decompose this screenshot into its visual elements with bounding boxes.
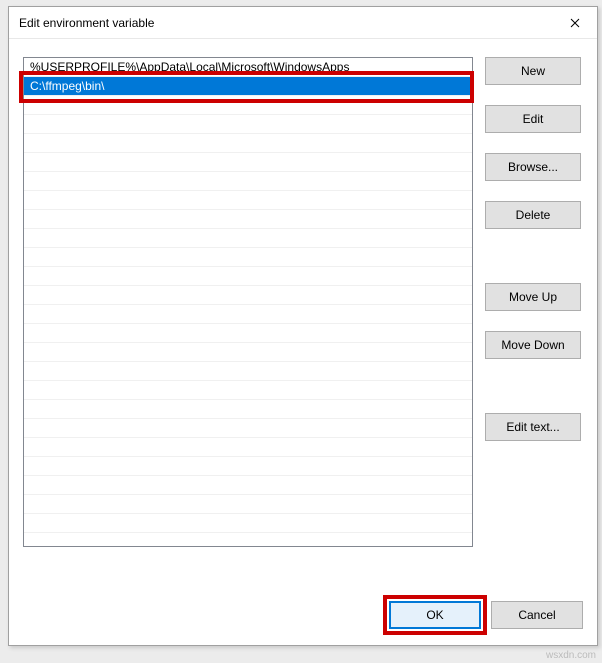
path-list-row-empty[interactable] [24, 457, 472, 476]
dialog-title: Edit environment variable [19, 16, 552, 30]
path-list-row-empty[interactable] [24, 400, 472, 419]
path-list-row-empty[interactable] [24, 210, 472, 229]
ok-button[interactable]: OK [389, 601, 481, 629]
path-list-row-empty[interactable] [24, 153, 472, 172]
path-list-row-empty[interactable] [24, 115, 472, 134]
path-list-row-empty[interactable] [24, 248, 472, 267]
path-list-row-empty[interactable] [24, 362, 472, 381]
path-list-row-empty[interactable] [24, 96, 472, 115]
close-icon [570, 18, 580, 28]
path-list-row[interactable]: %USERPROFILE%\AppData\Local\Microsoft\Wi… [24, 58, 472, 77]
button-column: New Edit Browse... Delete Move Up Move D… [485, 57, 581, 581]
edit-env-var-dialog: Edit environment variable %USERPROFILE%\… [8, 6, 598, 646]
cancel-button[interactable]: Cancel [491, 601, 583, 629]
dialog-footer: OK Cancel [9, 591, 597, 645]
path-list-row-empty[interactable] [24, 476, 472, 495]
path-list-row-empty[interactable] [24, 514, 472, 533]
browse-button[interactable]: Browse... [485, 153, 581, 181]
path-list-row[interactable]: C:\ffmpeg\bin\ [24, 77, 472, 96]
path-list-row-empty[interactable] [24, 305, 472, 324]
titlebar: Edit environment variable [9, 7, 597, 39]
path-list-row-empty[interactable] [24, 191, 472, 210]
delete-button[interactable]: Delete [485, 201, 581, 229]
path-listbox[interactable]: %USERPROFILE%\AppData\Local\Microsoft\Wi… [23, 57, 473, 547]
dialog-content: %USERPROFILE%\AppData\Local\Microsoft\Wi… [9, 39, 597, 591]
edit-text-button[interactable]: Edit text... [485, 413, 581, 441]
path-list-row-empty[interactable] [24, 343, 472, 362]
path-list-row-empty[interactable] [24, 419, 472, 438]
path-list-row-empty[interactable] [24, 495, 472, 514]
close-button[interactable] [552, 8, 597, 38]
watermark-text: wsxdn.com [546, 650, 596, 661]
path-list-row-empty[interactable] [24, 381, 472, 400]
path-list-row-empty[interactable] [24, 229, 472, 248]
new-button[interactable]: New [485, 57, 581, 85]
edit-button[interactable]: Edit [485, 105, 581, 133]
path-list-row-empty[interactable] [24, 286, 472, 305]
path-list-row-empty[interactable] [24, 134, 472, 153]
path-list-row-empty[interactable] [24, 267, 472, 286]
path-list-row-empty[interactable] [24, 172, 472, 191]
ok-button-wrapper: OK [389, 601, 481, 629]
path-list-row-empty[interactable] [24, 438, 472, 457]
move-down-button[interactable]: Move Down [485, 331, 581, 359]
path-list-wrapper: %USERPROFILE%\AppData\Local\Microsoft\Wi… [23, 57, 473, 581]
move-up-button[interactable]: Move Up [485, 283, 581, 311]
path-list-row-empty[interactable] [24, 324, 472, 343]
